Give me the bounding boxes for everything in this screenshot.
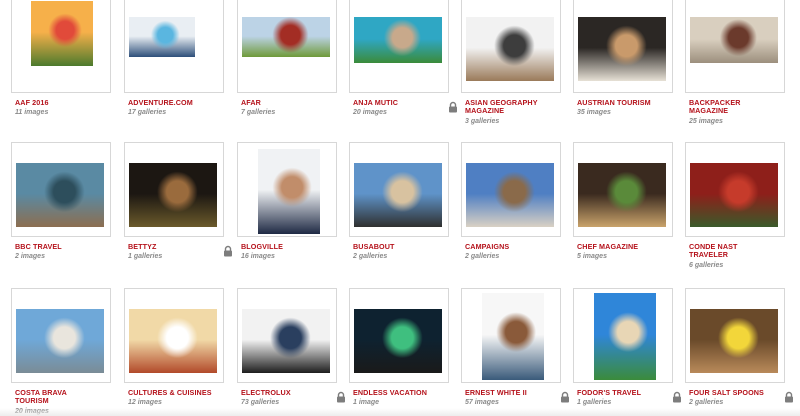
fruit-vendor-photo xyxy=(690,309,778,373)
old-town-street-photo xyxy=(690,17,778,63)
gallery-thumbnail-frame[interactable] xyxy=(237,0,337,93)
portrait-woman-photo xyxy=(129,163,217,227)
gallery-thumbnail-frame[interactable] xyxy=(461,142,561,237)
hot-air-balloon-photo xyxy=(31,1,93,66)
gallery-thumbnail-frame[interactable] xyxy=(237,142,337,237)
gallery-title[interactable]: AAF 2016 xyxy=(15,98,101,107)
gallery-count: 17 galleries xyxy=(128,109,167,117)
gallery-title[interactable]: CHEF MAGAZINE xyxy=(577,242,663,251)
gallery-meta: CAMPAIGNS 2 galleries xyxy=(465,242,583,261)
fisherman-boat-photo xyxy=(16,163,104,227)
gallery-meta: CHEF MAGAZINE 5 images xyxy=(577,242,695,261)
gallery-thumbnail-frame[interactable] xyxy=(11,0,111,93)
gallery-title[interactable]: CAMPAIGNS xyxy=(465,242,551,251)
gallery-title[interactable]: BUSABOUT xyxy=(353,242,439,251)
gallery-meta: BACKPACKER MAGAZINE 25 images xyxy=(689,98,800,126)
gallery-meta: AUSTRIAN TOURISM 35 images xyxy=(577,98,695,117)
gallery-count: 1 image xyxy=(353,399,380,407)
gallery-title[interactable]: AFAR xyxy=(241,98,327,107)
gallery-count: 25 images xyxy=(689,117,723,125)
gallery-thumbnail-frame[interactable] xyxy=(124,288,224,383)
gallery-count: 3 galleries xyxy=(465,117,500,125)
businessman-photo xyxy=(242,309,330,373)
gallery-thumbnail-frame[interactable] xyxy=(685,288,785,383)
lock-icon xyxy=(785,391,793,403)
gallery-thumbnail-frame[interactable] xyxy=(11,288,111,383)
gallery-title[interactable]: CULTURES & CUISINES xyxy=(128,388,214,397)
gallery-meta: ENDLESS VACATION 1 image xyxy=(353,388,471,407)
gallery-meta: BLOGVILLE 16 images xyxy=(241,242,359,261)
smiling-man-portrait-photo xyxy=(258,149,320,234)
gallery-title[interactable]: ANJA MUTIC xyxy=(353,98,439,107)
gallery-meta: BUSABOUT 2 galleries xyxy=(353,242,471,261)
gallery-title[interactable]: BETTYZ xyxy=(128,242,214,251)
gallery-thumbnail-frame[interactable] xyxy=(349,0,449,93)
lock-icon xyxy=(224,245,232,257)
gallery-thumbnail-frame[interactable] xyxy=(461,288,561,383)
gallery-title[interactable]: BLOGVILLE xyxy=(241,242,327,251)
gallery-thumbnail-frame[interactable] xyxy=(349,288,449,383)
gallery-thumbnail-frame[interactable] xyxy=(573,142,673,237)
red-cottage-photo xyxy=(242,17,330,57)
gallery-title[interactable]: FODOR'S TRAVEL xyxy=(577,388,663,397)
sled-dogs-photo xyxy=(466,17,554,81)
gallery-thumbnail-frame[interactable] xyxy=(461,0,561,93)
gallery-meta: ASIAN GEOGRAPHY MAGAZINE 3 galleries xyxy=(465,98,583,126)
modern-building-photo xyxy=(466,163,554,227)
palm-beach-photo xyxy=(594,293,656,380)
gallery-title[interactable]: ELECTROLUX xyxy=(241,388,327,397)
lock-icon xyxy=(673,391,681,403)
snow-hiker-photo xyxy=(129,17,195,57)
bald-man-portrait-photo xyxy=(482,293,544,380)
bottom-fade xyxy=(0,408,800,416)
gallery-title[interactable]: FOUR SALT SPOONS xyxy=(689,388,775,397)
lock-icon xyxy=(337,391,345,403)
aurora-photo xyxy=(354,309,442,373)
dinner-table-photo xyxy=(578,17,666,81)
gallery-meta: AFAR 7 galleries xyxy=(241,98,359,117)
gallery-thumbnail-frame[interactable] xyxy=(685,142,785,237)
seaside-woman-photo xyxy=(16,309,104,373)
gallery-count: 16 images xyxy=(241,253,275,261)
gallery-title[interactable]: ADVENTURE.COM xyxy=(128,98,214,107)
gallery-thumbnail-frame[interactable] xyxy=(124,0,224,93)
gallery-count: 35 images xyxy=(577,109,611,117)
gallery-count: 5 images xyxy=(577,253,607,261)
gallery-title[interactable]: ENDLESS VACATION xyxy=(353,388,439,397)
gallery-title[interactable]: ERNEST WHITE II xyxy=(465,388,551,397)
gallery-count: 12 images xyxy=(128,399,162,407)
beach-jump-photo xyxy=(354,163,442,227)
gallery-thumbnail-frame[interactable] xyxy=(573,0,673,93)
lobster-photo xyxy=(690,163,778,227)
gallery-count: 2 galleries xyxy=(353,253,388,261)
gallery-title[interactable]: BACKPACKER MAGAZINE xyxy=(689,98,775,116)
lock-icon xyxy=(449,101,457,113)
gallery-thumbnail-frame[interactable] xyxy=(237,288,337,383)
gallery-grid: AAF 2016 11 images ADVENTURE.COM 17 galleri… xyxy=(0,0,800,416)
gallery-thumbnail-frame[interactable] xyxy=(11,142,111,237)
gallery-meta: BBC TRAVEL 2 images xyxy=(15,242,133,261)
gallery-count: 2 galleries xyxy=(465,253,500,261)
gallery-count: 7 galleries xyxy=(241,109,276,117)
gallery-meta: CULTURES & CUISINES 12 images xyxy=(128,388,246,407)
coast-hiker-photo xyxy=(354,17,442,63)
gallery-title[interactable]: ASIAN GEOGRAPHY MAGAZINE xyxy=(465,98,551,116)
gallery-title[interactable]: CONDE NAST TRAVELER xyxy=(689,242,775,260)
gallery-title[interactable]: AUSTRIAN TOURISM xyxy=(577,98,663,107)
gallery-thumbnail-frame[interactable] xyxy=(124,142,224,237)
lock-icon xyxy=(561,391,569,403)
gallery-title[interactable]: COSTA BRAVA TOURISM xyxy=(15,388,101,406)
gallery-title[interactable]: BBC TRAVEL xyxy=(15,242,101,251)
gallery-count: 6 galleries xyxy=(689,261,724,269)
gallery-thumbnail-frame[interactable] xyxy=(349,142,449,237)
gallery-count: 11 images xyxy=(15,109,49,117)
gallery-thumbnail-frame[interactable] xyxy=(573,288,673,383)
gallery-meta: AAF 2016 11 images xyxy=(15,98,133,117)
soup-bowl-photo xyxy=(129,309,217,373)
herb-bowl-photo xyxy=(578,163,666,227)
gallery-meta: CONDE NAST TRAVELER 6 galleries xyxy=(689,242,800,270)
gallery-meta: ADVENTURE.COM 17 galleries xyxy=(128,98,246,117)
gallery-thumbnail-frame[interactable] xyxy=(685,0,785,93)
gallery-count: 2 images xyxy=(15,253,45,261)
